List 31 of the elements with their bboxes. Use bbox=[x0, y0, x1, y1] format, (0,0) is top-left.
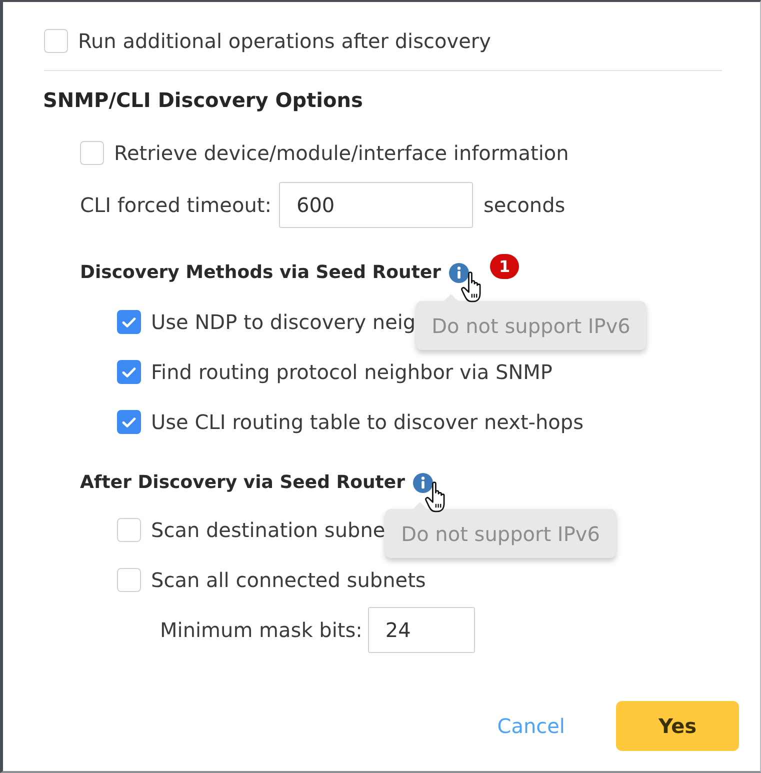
info-icon[interactable] bbox=[412, 473, 433, 493]
tooltip: Do not support IPv6 bbox=[385, 502, 616, 558]
checkbox[interactable] bbox=[44, 29, 68, 53]
checkbox[interactable] bbox=[80, 141, 104, 165]
checkbox-label: Retrieve device/module/interface information bbox=[114, 141, 569, 165]
section-heading: SNMP/CLI Discovery Options bbox=[43, 87, 363, 114]
checkbox-label: Use CLI routing table to discover next-hops bbox=[151, 410, 584, 434]
checkbox-label: Scan all connected subnets bbox=[151, 568, 426, 592]
checkbox[interactable] bbox=[117, 360, 141, 384]
timeout-field[interactable]: 600 bbox=[279, 182, 474, 228]
field-label: CLI forced timeout: bbox=[80, 193, 272, 217]
check-icon bbox=[122, 416, 136, 428]
info-icon[interactable] bbox=[449, 263, 470, 283]
checkbox-label: Run additional operations after discovery bbox=[78, 29, 491, 53]
group-heading: After Discovery via Seed Router bbox=[80, 471, 405, 495]
checkbox-label: Find routing protocol neighbor via SNMP bbox=[151, 360, 552, 384]
unit-label: seconds bbox=[483, 193, 566, 217]
check-icon bbox=[122, 366, 136, 378]
group-heading: Discovery Methods via Seed Router bbox=[80, 261, 442, 285]
checkbox[interactable] bbox=[117, 568, 141, 592]
checkbox[interactable] bbox=[117, 518, 141, 542]
field-label: Minimum mask bits: bbox=[160, 618, 362, 642]
tooltip: Do not support IPv6 bbox=[416, 294, 646, 350]
checkbox-label: Use NDP to discovery neig bbox=[151, 310, 416, 334]
confirm-button[interactable]: Yes bbox=[616, 701, 739, 751]
notification-badge: 1 bbox=[490, 254, 520, 279]
checkbox[interactable] bbox=[117, 410, 141, 434]
checkbox-label: Scan destination subne bbox=[151, 518, 386, 542]
check-icon bbox=[122, 316, 136, 328]
checkbox[interactable] bbox=[117, 310, 141, 334]
mask-bits-field[interactable]: 24 bbox=[368, 607, 476, 653]
